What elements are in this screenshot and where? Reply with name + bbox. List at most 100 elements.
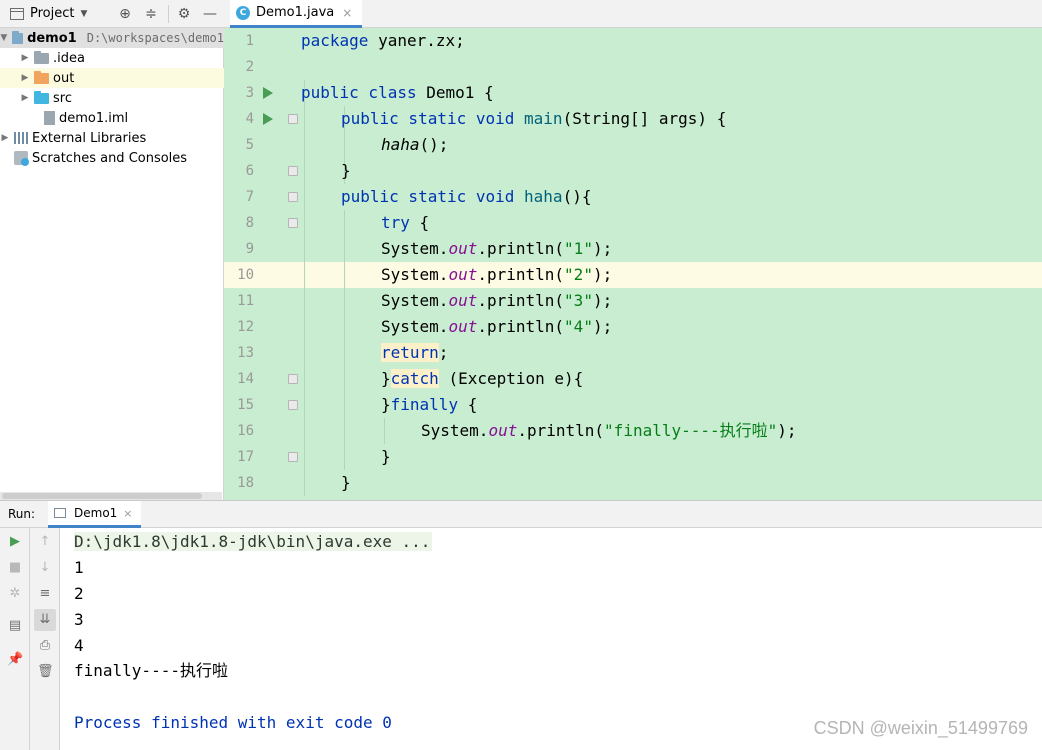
line-number: 16 [237, 423, 254, 439]
line-number: 14 [237, 371, 254, 387]
code-line-4: public static void main(String[] args) { [341, 109, 727, 128]
java-class-icon: C [236, 5, 250, 20]
fold-marker-icon[interactable] [288, 218, 298, 228]
chevron-right-icon[interactable]: ▶ [20, 73, 30, 83]
line-number: 17 [237, 449, 254, 465]
code-line-6: } [341, 161, 351, 180]
code-line-5: haha(); [381, 135, 449, 154]
project-view-selector[interactable]: Project [30, 6, 74, 21]
line-number: 7 [245, 189, 254, 205]
code-line-15: }finally { [381, 395, 478, 414]
code-line-18: } [341, 473, 351, 492]
code-line-10: System.out.println("2"); [381, 265, 613, 284]
code-line-9: System.out.println("1"); [381, 239, 613, 258]
code-line-16: System.out.println("finally----执行啦"); [421, 421, 797, 440]
console-exit-line: Process finished with exit code 0 [74, 713, 392, 732]
layout-icon[interactable]: ▤ [7, 618, 23, 634]
console-line: D:\jdk1.8\jdk1.8-jdk\bin\java.exe ... [74, 532, 433, 551]
chevron-right-icon[interactable]: ▶ [20, 93, 30, 103]
indent-guide [344, 210, 345, 470]
code-line-13: return; [381, 343, 449, 362]
fold-marker-icon[interactable] [288, 114, 298, 124]
tree-item-label: demo1 [27, 30, 77, 46]
line-number: 3 [245, 85, 254, 101]
run-toolbar-secondary: ↑ ↓ ≡ ⇊ ⎙ 🗑 [30, 528, 60, 750]
line-number: 1 [245, 33, 254, 49]
print-icon[interactable]: ⎙ [37, 638, 53, 654]
line-number: 12 [237, 319, 254, 335]
run-gutter-icon[interactable] [263, 87, 273, 99]
tree-item-demo1-iml[interactable]: demo1.iml [0, 108, 224, 128]
tree-item-label: src [53, 90, 72, 106]
source-folder-icon [34, 90, 49, 104]
project-view-icon[interactable] [10, 7, 24, 20]
run-panel-title: Run: [8, 507, 36, 521]
chevron-down-icon[interactable]: ▼ [80, 9, 87, 19]
tree-item-scratches[interactable]: Scratches and Consoles [0, 148, 224, 168]
fold-marker-icon[interactable] [288, 192, 298, 202]
code-line-14: }catch (Exception e){ [381, 369, 584, 388]
excluded-folder-icon [34, 70, 49, 84]
code-line-11: System.out.println("3"); [381, 291, 613, 310]
line-number: 8 [245, 215, 254, 231]
tree-item-external-libraries[interactable]: ▶ External Libraries [0, 128, 224, 148]
fold-marker-icon[interactable] [288, 166, 298, 176]
line-number: 11 [237, 293, 254, 309]
code-line-1: package yaner.zx; [301, 31, 465, 50]
close-icon[interactable]: × [123, 507, 132, 520]
tree-item-label: External Libraries [32, 130, 147, 146]
console-line: 2 [74, 584, 84, 603]
module-path: D:\workspaces\demo1 [86, 31, 224, 45]
tree-item-idea[interactable]: ▶ .idea [0, 48, 224, 68]
run-gutter-icon[interactable] [263, 113, 273, 125]
minimize-icon[interactable]: — [202, 6, 218, 22]
tree-item-out[interactable]: ▶ out [0, 68, 224, 88]
line-number: 2 [245, 59, 254, 75]
scroll-to-end-icon[interactable]: ⇊ [34, 609, 56, 631]
run-tab-demo1[interactable]: Demo1 × [48, 501, 141, 528]
caret-line-highlight [224, 262, 1042, 288]
tree-item-src[interactable]: ▶ src [0, 88, 224, 108]
gear-icon[interactable]: ⚙ [176, 6, 192, 22]
line-number: 15 [237, 397, 254, 413]
collapse-icon[interactable]: ≑ [143, 6, 159, 22]
indent-guide [384, 418, 385, 444]
console-line: 4 [74, 636, 84, 655]
tab-demo1-java[interactable]: C Demo1.java × [230, 0, 363, 28]
watermark: CSDN @weixin_51499769 [813, 718, 1028, 738]
fold-marker-icon[interactable] [288, 452, 298, 462]
trash-icon[interactable]: 🗑 [37, 664, 54, 680]
up-icon[interactable]: ↑ [37, 534, 53, 550]
tree-item-label: out [53, 70, 75, 86]
line-number: 9 [245, 241, 254, 257]
debug-icon[interactable]: ✲ [7, 586, 23, 602]
fold-marker-icon[interactable] [288, 400, 298, 410]
chevron-down-icon[interactable]: ▼ [0, 33, 8, 43]
module-folder-icon [11, 30, 24, 44]
horizontal-scrollbar[interactable] [0, 492, 222, 500]
tab-label: Demo1.java [256, 5, 335, 20]
chevron-right-icon[interactable]: ▶ [20, 53, 30, 63]
locate-icon[interactable]: ⊕ [117, 6, 133, 22]
close-icon[interactable]: × [342, 6, 352, 20]
down-icon[interactable]: ↓ [37, 560, 53, 576]
fold-marker-icon[interactable] [288, 374, 298, 384]
chevron-right-icon[interactable]: ▶ [0, 133, 10, 143]
tree-item-label: .idea [53, 50, 85, 66]
line-number: 5 [245, 137, 254, 153]
indent-guide [304, 80, 305, 496]
file-icon [44, 111, 55, 125]
project-toolbar: Project ▼ ⊕ ≑ ⚙ — [0, 0, 224, 28]
scratches-icon [14, 151, 29, 166]
tree-item-demo1[interactable]: ▼ demo1 D:\workspaces\demo1 [0, 28, 224, 48]
tree-item-label: Scratches and Consoles [32, 150, 188, 166]
run-config-icon [54, 508, 66, 518]
tree-item-label: demo1.iml [59, 110, 129, 126]
pin-icon[interactable]: 📌 [7, 652, 23, 668]
stop-icon[interactable]: ■ [7, 560, 23, 576]
console-line: 1 [74, 558, 84, 577]
run-tab-label: Demo1 [74, 506, 118, 520]
soft-wrap-icon[interactable]: ≡ [37, 586, 53, 602]
rerun-icon[interactable]: ▶ [7, 534, 23, 550]
library-icon [14, 132, 28, 144]
